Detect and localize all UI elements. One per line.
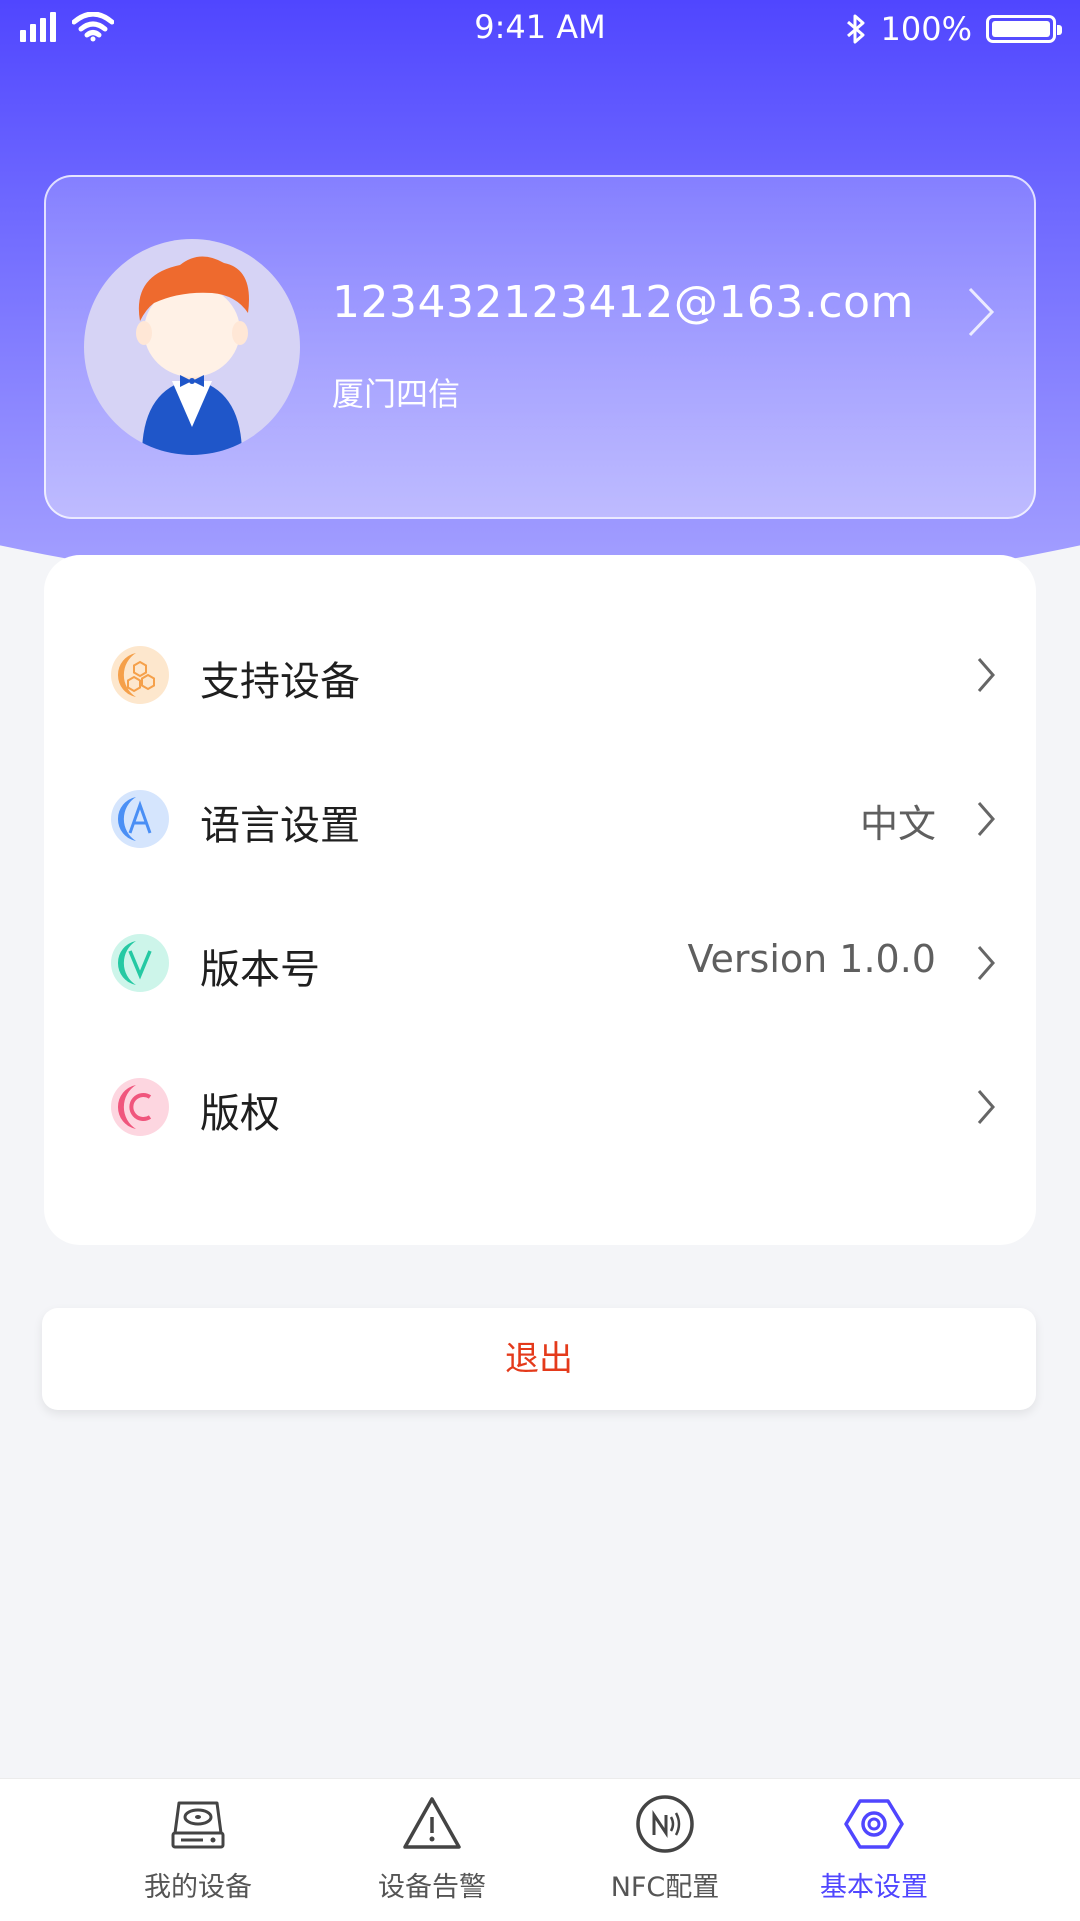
status-bar: 9:41 AM 100%	[0, 0, 1080, 60]
battery-percent: 100%	[880, 10, 972, 48]
settings-item-supported-devices[interactable]: 支持设备	[44, 615, 1036, 735]
chevron-right-icon	[977, 802, 995, 836]
tab-nfc-config[interactable]: NFC配置	[565, 1793, 765, 1904]
user-email: 123432123412@163.com	[332, 277, 914, 328]
settings-item-label: 版本号	[200, 947, 320, 993]
tab-my-devices[interactable]: 我的设备	[98, 1793, 298, 1904]
tab-label: 基本设置	[820, 1872, 928, 1903]
hexagon-icon	[111, 646, 169, 704]
logout-button[interactable]: 退出	[42, 1308, 1036, 1410]
battery-level	[992, 21, 1050, 37]
chevron-right-icon	[977, 1090, 995, 1124]
settings-item-language[interactable]: 语言设置 中文	[44, 759, 1036, 879]
settings-item-version[interactable]: 版本号 Version 1.0.0	[44, 903, 1036, 1023]
avatar	[84, 239, 300, 455]
settings-item-label: 语言设置	[200, 803, 360, 849]
bluetooth-icon	[846, 14, 865, 44]
tab-basic-settings[interactable]: 基本设置	[774, 1793, 974, 1904]
settings-item-value: 中文	[859, 802, 936, 846]
letter-c-icon	[111, 1078, 169, 1136]
letter-a-icon	[111, 790, 169, 848]
device-icon	[171, 1801, 225, 1849]
tab-label: 我的设备	[144, 1872, 252, 1903]
warning-icon	[403, 1797, 461, 1849]
chevron-right-icon	[968, 287, 995, 337]
chevron-right-icon	[977, 946, 995, 980]
settings-icon	[844, 1799, 904, 1849]
tab-bar: 我的设备 设备告警 NFC配置 基本设置	[0, 1778, 1080, 1921]
settings-list: 支持设备 语言设置 中文 版本号 Version 1.0.0 版权	[44, 555, 1036, 1245]
user-company: 厦门四信	[332, 375, 461, 413]
tab-device-alarms[interactable]: 设备告警	[332, 1793, 532, 1904]
profile-card[interactable]: 123432123412@163.com 厦门四信	[44, 175, 1036, 519]
nfc-icon	[636, 1795, 694, 1853]
battery-icon	[986, 15, 1062, 43]
settings-item-value: Version 1.0.0	[687, 937, 936, 981]
tab-label: 设备告警	[378, 1872, 486, 1903]
settings-item-label: 支持设备	[200, 659, 360, 705]
settings-item-copyright[interactable]: 版权	[44, 1047, 1036, 1167]
settings-item-label: 版权	[200, 1091, 280, 1137]
letter-v-icon	[111, 934, 169, 992]
avatar-illustration	[136, 256, 249, 455]
chevron-right-icon	[977, 658, 995, 692]
tab-label: NFC配置	[610, 1872, 720, 1903]
